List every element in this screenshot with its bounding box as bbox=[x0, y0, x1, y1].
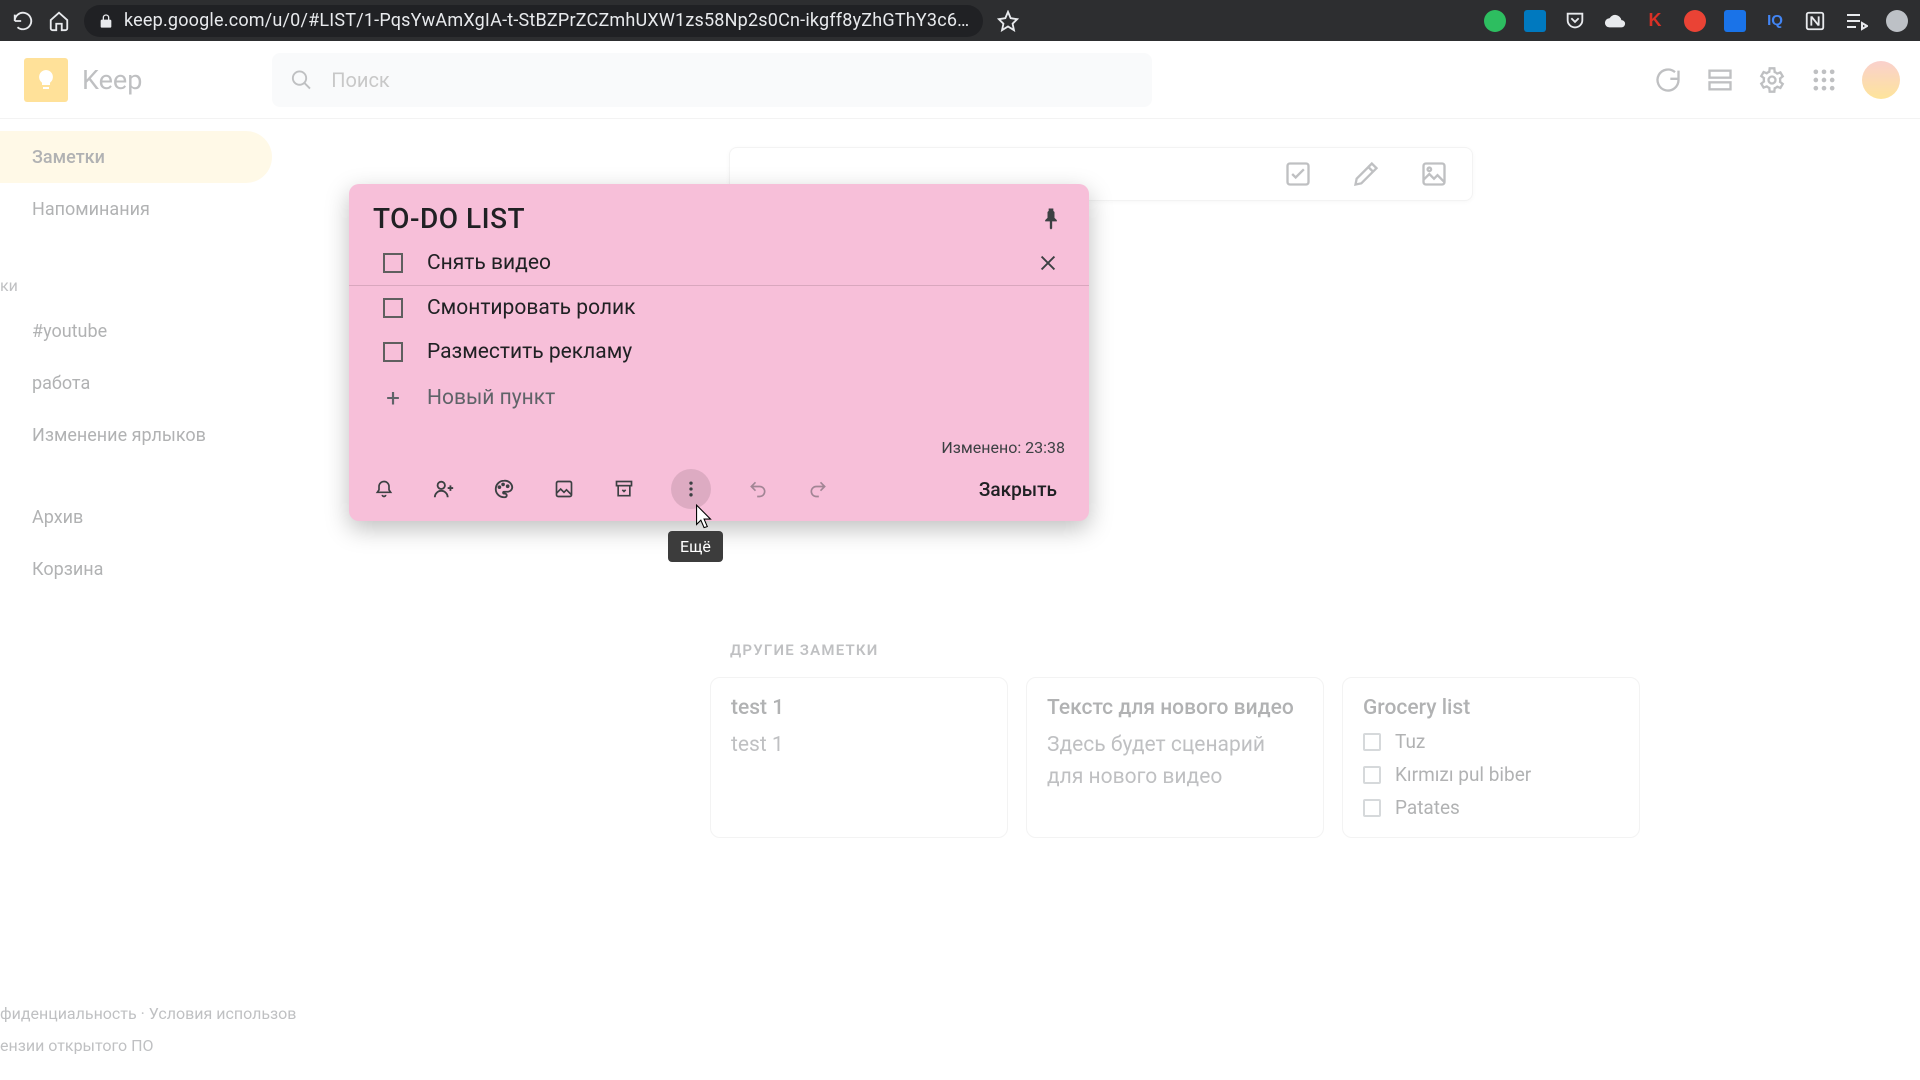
note-card[interactable]: Grocery list Tuz Kırmızı pul biber Patat… bbox=[1342, 677, 1640, 838]
sidebar-item-archive[interactable]: Архив bbox=[0, 491, 272, 543]
sidebar-label-youtube[interactable]: #youtube bbox=[0, 305, 272, 357]
footer-links: фиденциальность · Условия использов ензи… bbox=[0, 998, 296, 1062]
sidebar-edit-labels[interactable]: Изменение ярлыков bbox=[0, 409, 272, 461]
sidebar-item-notes[interactable]: Заметки bbox=[0, 131, 272, 183]
keep-logo-icon[interactable] bbox=[24, 58, 68, 102]
add-item-row[interactable]: + Новый пункт bbox=[349, 374, 1089, 422]
apps-grid-icon[interactable] bbox=[1810, 66, 1838, 94]
sidebar-label-work[interactable]: работа bbox=[0, 357, 272, 409]
note-card[interactable]: Текстс для нового видео Здесь будет сцен… bbox=[1026, 677, 1324, 838]
list-item[interactable]: Снять видео bbox=[349, 241, 1089, 286]
gear-icon[interactable] bbox=[1758, 66, 1786, 94]
undo-icon[interactable] bbox=[745, 476, 771, 502]
note-editor-modal: TO-DO LIST Снять видео Смонтировать роли… bbox=[349, 184, 1089, 521]
note-card[interactable]: test 1 test 1 bbox=[710, 677, 1008, 838]
app-header: Keep bbox=[0, 41, 1920, 119]
ext-notion-icon[interactable] bbox=[1804, 10, 1826, 32]
address-bar[interactable]: keep.google.com/u/0/#LIST/1-PqsYwAmXgIA-… bbox=[84, 5, 983, 37]
checkbox-icon[interactable] bbox=[383, 298, 403, 318]
extension-icons: K IQ bbox=[1484, 9, 1908, 33]
checkbox-icon[interactable] bbox=[383, 253, 403, 273]
palette-icon[interactable] bbox=[491, 476, 517, 502]
sidebar: Заметки Напоминания ки #youtube работа И… bbox=[0, 119, 282, 1080]
checkbox-icon bbox=[1363, 766, 1381, 784]
note-cards: test 1 test 1 Текстс для нового видео Зд… bbox=[710, 677, 1920, 838]
note-title[interactable]: TO-DO LIST bbox=[373, 202, 525, 235]
checkbox-icon bbox=[1363, 733, 1381, 751]
sidebar-item-reminders[interactable]: Напоминания bbox=[0, 183, 272, 235]
search-icon bbox=[290, 68, 313, 92]
checkbox-icon[interactable] bbox=[1284, 160, 1312, 188]
checkbox-icon bbox=[1363, 799, 1381, 817]
list-item[interactable]: Разместить рекламу bbox=[349, 330, 1089, 374]
checkbox-icon[interactable] bbox=[383, 342, 403, 362]
image-icon[interactable] bbox=[1420, 160, 1448, 188]
list-item[interactable]: Смонтировать ролик bbox=[349, 286, 1089, 330]
search-box[interactable] bbox=[272, 53, 1152, 107]
search-input[interactable] bbox=[331, 68, 1134, 92]
section-other-notes: ДРУГИЕ ЗАМЕТКИ bbox=[730, 641, 1920, 659]
sidebar-label-header: ки bbox=[0, 265, 282, 305]
browser-toolbar: keep.google.com/u/0/#LIST/1-PqsYwAmXgIA-… bbox=[0, 0, 1920, 41]
more-icon[interactable] bbox=[671, 469, 711, 509]
list-item: Patates bbox=[1363, 796, 1619, 819]
image-icon[interactable] bbox=[551, 476, 577, 502]
app-title: Keep bbox=[82, 64, 142, 96]
collaborator-icon[interactable] bbox=[431, 476, 457, 502]
close-button[interactable]: Закрыть bbox=[959, 470, 1077, 509]
playlist-icon[interactable] bbox=[1844, 9, 1868, 33]
redo-icon[interactable] bbox=[805, 476, 831, 502]
note-toolbar: Закрыть bbox=[349, 461, 1089, 521]
list-item: Tuz bbox=[1363, 730, 1619, 753]
ext-evernote-icon[interactable] bbox=[1484, 10, 1506, 32]
sidebar-item-trash[interactable]: Корзина bbox=[0, 543, 272, 595]
home-icon[interactable] bbox=[48, 10, 70, 32]
close-icon[interactable] bbox=[1037, 252, 1059, 274]
ext-k-icon[interactable]: K bbox=[1644, 10, 1666, 32]
ext-blue-icon[interactable] bbox=[1724, 10, 1746, 32]
lock-icon bbox=[98, 13, 114, 29]
reload-icon[interactable] bbox=[12, 10, 34, 32]
brush-icon[interactable] bbox=[1352, 160, 1380, 188]
pin-icon[interactable] bbox=[1037, 205, 1065, 233]
list-view-icon[interactable] bbox=[1706, 66, 1734, 94]
ext-cloud-icon[interactable] bbox=[1604, 10, 1626, 32]
plus-icon: + bbox=[383, 384, 403, 412]
avatar-icon[interactable] bbox=[1886, 10, 1908, 32]
modified-text: Изменено: 23:38 bbox=[349, 422, 1089, 461]
ext-pocket-icon[interactable] bbox=[1564, 10, 1586, 32]
remind-icon[interactable] bbox=[371, 476, 397, 502]
tooltip: Ещё bbox=[668, 531, 723, 562]
account-avatar[interactable] bbox=[1862, 61, 1900, 99]
ext-io-icon[interactable]: IQ bbox=[1764, 10, 1786, 32]
list-item: Kırmızı pul biber bbox=[1363, 763, 1619, 786]
star-icon[interactable] bbox=[997, 10, 1019, 32]
ext-swirl-icon[interactable] bbox=[1684, 10, 1706, 32]
refresh-icon[interactable] bbox=[1654, 66, 1682, 94]
archive-icon[interactable] bbox=[611, 476, 637, 502]
url-text: keep.google.com/u/0/#LIST/1-PqsYwAmXgIA-… bbox=[124, 10, 969, 31]
ext-trello-icon[interactable] bbox=[1524, 10, 1546, 32]
